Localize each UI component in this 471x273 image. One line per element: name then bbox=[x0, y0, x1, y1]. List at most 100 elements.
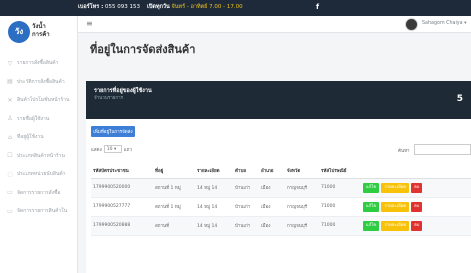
contact-info: เบอร์โทร : 055 093 153 เปิดทุกวัน จันทร์… bbox=[78, 3, 243, 11]
sidebar-item-units[interactable]: ◌ ประเภทหน่วยนับสินค้า bbox=[0, 165, 78, 184]
sidebar-item-orders[interactable]: ▽ รายการสั่งซื้อสินค้า bbox=[0, 54, 78, 73]
header: ≡ Sahagom Chaiya ▾ bbox=[78, 16, 471, 33]
column-header-district[interactable]: อำเภอ bbox=[259, 164, 285, 179]
cell-detail: 14 หมู่ 14 bbox=[195, 197, 233, 217]
logo-sub-text: การค้า bbox=[32, 31, 50, 38]
stat-subtitle: จำนวนรายการ bbox=[94, 96, 124, 101]
edit-button[interactable]: แก้ไข bbox=[363, 201, 380, 212]
show-label: แสดง bbox=[91, 147, 102, 153]
cell-subdistrict: บ้านเก่า bbox=[233, 178, 259, 198]
column-header-address[interactable]: ที่อยู่ bbox=[153, 164, 195, 179]
cell-province: กาญจนบุรี bbox=[285, 197, 319, 217]
top-info-bar: เบอร์โทร : 055 093 153 เปิดทุกวัน จันทร์… bbox=[0, 0, 471, 16]
page-title: ที่อยู่ในการจัดส่งสินค้า bbox=[90, 43, 196, 56]
sidebar-item-users[interactable]: ♙ รายชื่อผู้ใช้งาน bbox=[0, 110, 78, 129]
address-icon: ⌂ bbox=[8, 133, 12, 141]
search-input[interactable] bbox=[414, 144, 471, 155]
cell-actions: แก้ไข รายละเอียด ลบ bbox=[361, 216, 471, 236]
sidebar-item-promotions[interactable]: ✕ สินค้าโปรโมชั่นหน้าร้าน bbox=[0, 91, 78, 110]
chevron-down-icon: ▾ bbox=[464, 21, 467, 26]
cell-zip: 71000 bbox=[319, 178, 361, 198]
address-table: รหัสบัตรประชาชน ที่อยู่ รายละเอียด ตำบล … bbox=[91, 164, 471, 236]
stock-icon: ▭ bbox=[7, 207, 13, 215]
add-address-button[interactable]: เพิ่มที่อยู่ในการจัดส่ง bbox=[91, 126, 135, 137]
user-icon: ♙ bbox=[7, 115, 13, 123]
tag-icon: ✕ bbox=[7, 96, 13, 104]
column-header-zip[interactable]: รหัสไปรษณีย์ bbox=[319, 164, 361, 179]
delete-button[interactable]: ลบ bbox=[411, 201, 423, 212]
phone-label: เบอร์โทร : bbox=[78, 4, 104, 10]
user-menu[interactable]: Sahagom Chaiya ▾ bbox=[422, 21, 467, 26]
sidebar-nav: ▽ รายการสั่งซื้อสินค้า ▤ ประวัติการสั่งซื้… bbox=[0, 54, 78, 221]
cell-zip: 71000 bbox=[319, 197, 361, 217]
column-header-subdistrict[interactable]: ตำบล bbox=[233, 164, 259, 179]
delete-button[interactable]: ลบ bbox=[411, 220, 423, 231]
cell-district: เมือง bbox=[259, 178, 285, 198]
cell-zip: 71000 bbox=[319, 216, 361, 236]
sidebar-item-order-history[interactable]: ▤ ประวัติการสั่งซื้อสินค้า bbox=[0, 73, 78, 92]
history-icon: ▤ bbox=[7, 78, 13, 86]
stat-value: 5 bbox=[456, 94, 463, 104]
logo-text: วังน้ำ การค้า bbox=[32, 23, 50, 39]
entries-select[interactable]: 10 ▾ bbox=[103, 145, 122, 153]
sidebar-item-label: ประวัติการสั่งซื้อสินค้า bbox=[17, 78, 65, 85]
table-row: 1799900520888 สถานที่ 14 หมู่ 14 บ้านเก่… bbox=[91, 216, 471, 236]
entries-value: 10 bbox=[106, 147, 113, 152]
column-header-province[interactable]: จังหวัด bbox=[285, 164, 319, 179]
phone-number: 055 093 153 bbox=[105, 4, 141, 10]
sidebar-item-label: รายการสั่งซื้อสินค้า bbox=[17, 60, 59, 67]
facebook-icon[interactable]: f bbox=[316, 3, 319, 11]
cell-district: เมือง bbox=[259, 216, 285, 236]
menu-icon[interactable]: ≡ bbox=[86, 20, 93, 28]
entries-suffix: แถว bbox=[123, 147, 132, 153]
table-row: 1799900520000 สถานที่ 1 หมู่ 14 หมู่ 14 … bbox=[91, 178, 471, 198]
sidebar-item-label: จัดการรายการสั่งซื้อ bbox=[17, 189, 61, 196]
edit-button[interactable]: แก้ไข bbox=[363, 182, 380, 193]
cell-address: สถานที่ 1 หมู่ bbox=[153, 178, 195, 198]
sidebar-item-manage-orders[interactable]: ▭ จัดการรายการสั่งซื้อ bbox=[0, 184, 78, 203]
sidebar-item-label: ประเภทสินค้าหน้าร้าน bbox=[17, 152, 65, 159]
sidebar-item-label: รายชื่อผู้ใช้งาน bbox=[17, 115, 50, 122]
stat-card: รายการที่อยู่ของผู้ใช้งาน จำนวนรายการ 5 bbox=[86, 81, 471, 119]
cell-id: 1799900520000 bbox=[91, 178, 153, 198]
sidebar-item-label: ที่อยู่ผู้ใช้งาน bbox=[17, 134, 44, 141]
detail-button[interactable]: รายละเอียด bbox=[381, 182, 410, 193]
sidebar-item-categories[interactable]: ☐ ประเภทสินค้าหน้าร้าน bbox=[0, 147, 78, 166]
cell-actions: แก้ไข รายละเอียด ลบ bbox=[361, 178, 471, 198]
cell-province: กาญจนบุรี bbox=[285, 178, 319, 198]
hours-value: จันทร์ - อาทิตย์ 7.00 - 17.00 bbox=[171, 4, 243, 10]
cell-id: 1799900520888 bbox=[91, 216, 153, 236]
table-header-row: รหัสบัตรประชาชน ที่อยู่ รายละเอียด ตำบล … bbox=[91, 164, 471, 179]
show-entries: แสดง 10 ▾ แถว bbox=[91, 145, 132, 153]
edit-button[interactable]: แก้ไข bbox=[363, 220, 380, 231]
order-icon: ▭ bbox=[7, 189, 13, 197]
cell-address: สถานที่ 1 หมู่ bbox=[153, 197, 195, 217]
chevron-down-icon: ▾ bbox=[113, 147, 117, 152]
cell-detail: 14 หมู่ 14 bbox=[195, 216, 233, 236]
avatar[interactable] bbox=[405, 18, 418, 31]
unit-icon: ◌ bbox=[7, 170, 13, 178]
detail-button[interactable]: รายละเอียด bbox=[381, 220, 410, 231]
cell-detail: 14 หมู่ 14 bbox=[195, 178, 233, 198]
sidebar-item-manage-stock[interactable]: ▭ จัดการรายการสินค้าใน bbox=[0, 202, 78, 221]
hours-label: เปิดทุกวัน bbox=[147, 4, 170, 10]
category-icon: ☐ bbox=[7, 152, 13, 160]
detail-button[interactable]: รายละเอียด bbox=[381, 201, 410, 212]
cell-subdistrict: บ้านเก่า bbox=[233, 216, 259, 236]
sidebar: วัง วังน้ำ การค้า ▽ รายการสั่งซื้อสินค้า … bbox=[0, 16, 78, 273]
search-label: ค้นหา bbox=[398, 149, 410, 154]
cell-actions: แก้ไข รายละเอียด ลบ bbox=[361, 197, 471, 217]
brand-logo[interactable]: วัง วังน้ำ การค้า bbox=[8, 21, 68, 43]
address-panel: เพิ่มที่อยู่ในการจัดส่ง แสดง 10 ▾ แถว ค้… bbox=[86, 119, 471, 273]
username: Sahagom Chaiya bbox=[422, 21, 463, 26]
cell-id: 1799900527777 bbox=[91, 197, 153, 217]
cell-address: สถานที่ bbox=[153, 216, 195, 236]
column-header-id[interactable]: รหัสบัตรประชาชน bbox=[91, 164, 153, 179]
logo-mark: วัง bbox=[8, 21, 30, 43]
sidebar-item-label: จัดการรายการสินค้าใน bbox=[17, 208, 68, 215]
delete-button[interactable]: ลบ bbox=[411, 182, 423, 193]
column-header-detail[interactable]: รายละเอียด bbox=[195, 164, 233, 179]
sidebar-item-addresses[interactable]: ⌂ ที่อยู่ผู้ใช้งาน bbox=[0, 128, 78, 147]
logo-mark-text: วังน้ำ bbox=[32, 23, 46, 30]
sidebar-item-label: สินค้าโปรโมชั่นหน้าร้าน bbox=[17, 97, 70, 104]
